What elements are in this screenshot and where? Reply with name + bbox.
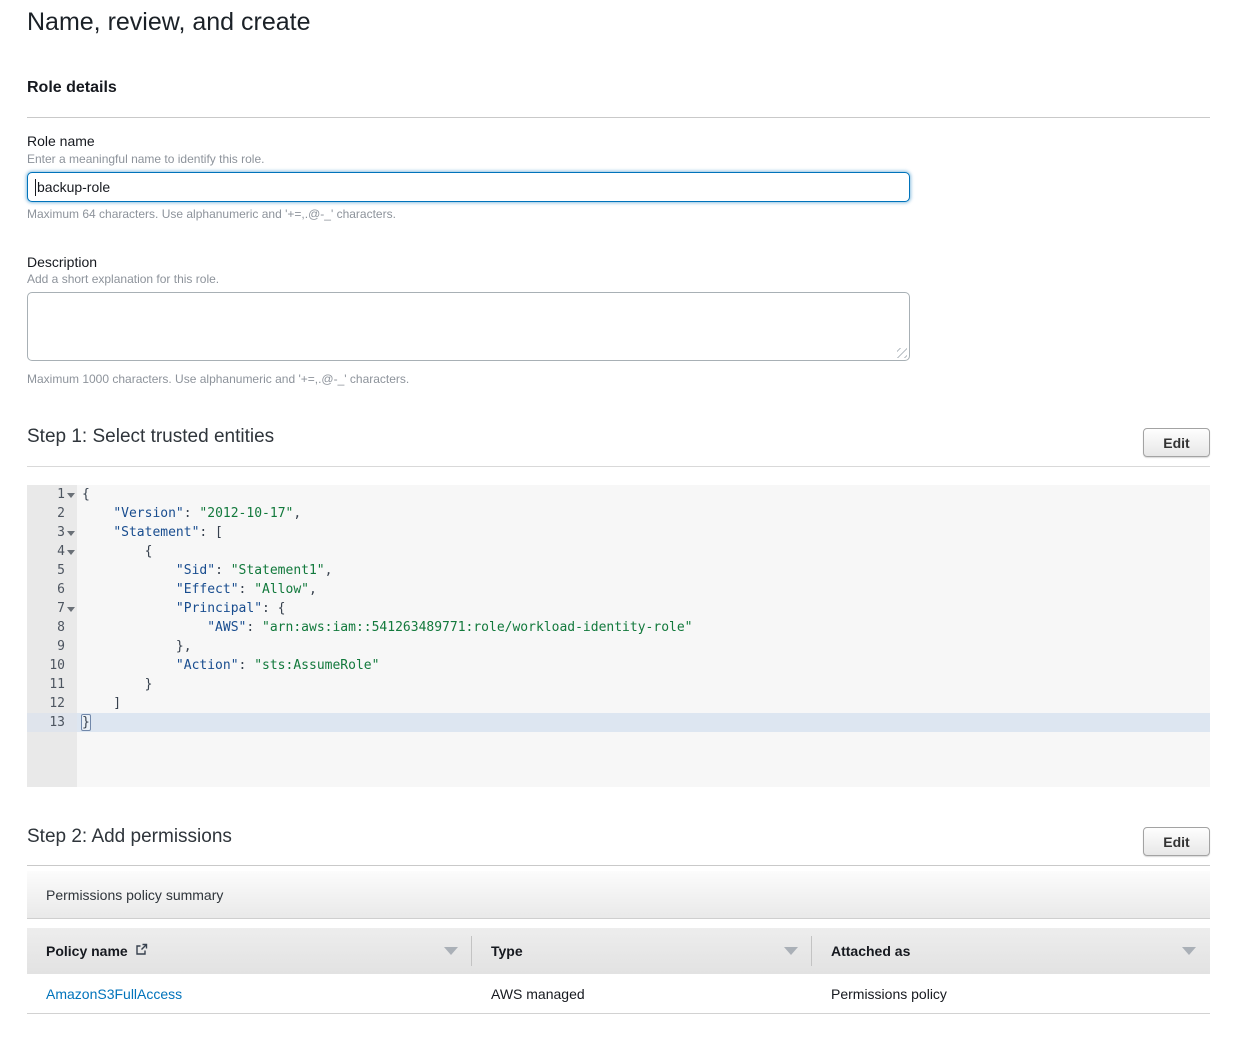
- role-name-hint: Enter a meaningful name to identify this…: [27, 152, 264, 166]
- code-line[interactable]: 13}: [27, 713, 1210, 732]
- step2-heading: Step 2: Add permissions: [27, 826, 232, 848]
- role-details-heading: Role details: [27, 79, 117, 97]
- divider: [27, 117, 1210, 118]
- column-header-attached-as: Attached as: [812, 928, 1210, 974]
- code-text: "Statement": [: [77, 523, 1210, 542]
- filter-dropdown-icon[interactable]: [784, 947, 798, 955]
- external-link-icon: [135, 943, 148, 959]
- role-name-label: Role name: [27, 133, 95, 149]
- code-line[interactable]: 2 "Version": "2012-10-17",: [27, 504, 1210, 523]
- code-line[interactable]: 6 "Effect": "Allow",: [27, 580, 1210, 599]
- line-number: 1: [27, 485, 77, 504]
- code-line[interactable]: 3 "Statement": [: [27, 523, 1210, 542]
- policy-name-link[interactable]: AmazonS3FullAccess: [46, 986, 182, 1002]
- column-header-policy-name: Policy name: [27, 928, 472, 974]
- code-line[interactable]: 10 "Action": "sts:AssumeRole": [27, 656, 1210, 675]
- line-number: 2: [27, 504, 77, 523]
- trust-policy-editor[interactable]: 1{2 "Version": "2012-10-17",3 "Statement…: [27, 485, 1210, 787]
- line-number: 5: [27, 561, 77, 580]
- code-text: ]: [77, 694, 1210, 713]
- filter-dropdown-icon[interactable]: [1182, 947, 1196, 955]
- code-line[interactable]: 1{: [27, 485, 1210, 504]
- code-line[interactable]: 9 },: [27, 637, 1210, 656]
- column-header-type: Type: [472, 928, 812, 974]
- page-title: Name, review, and create: [27, 8, 310, 37]
- code-text: },: [77, 637, 1210, 656]
- code-line[interactable]: 7 "Principal": {: [27, 599, 1210, 618]
- text-cursor: [35, 179, 36, 196]
- permissions-policy-summary-header: Permissions policy summary: [27, 871, 1210, 919]
- code-line[interactable]: 12 ]: [27, 694, 1210, 713]
- code-line[interactable]: 4 {: [27, 542, 1210, 561]
- step1-edit-button[interactable]: Edit: [1143, 428, 1210, 457]
- line-number: 3: [27, 523, 77, 542]
- editor-cursor: }: [81, 714, 91, 731]
- code-text: }: [77, 675, 1210, 694]
- permissions-table-header: Policy name Type Attached as: [27, 928, 1210, 974]
- attached-as-cell: Permissions policy: [812, 986, 1210, 1002]
- table-row: AmazonS3FullAccess AWS managedPermissions…: [27, 974, 1210, 1014]
- code-text: "Effect": "Allow",: [77, 580, 1210, 599]
- fold-arrow-icon[interactable]: [67, 607, 75, 612]
- fold-arrow-icon[interactable]: [67, 531, 75, 536]
- line-number: 7: [27, 599, 77, 618]
- policy-type-cell: AWS managed: [472, 986, 812, 1002]
- line-number: 8: [27, 618, 77, 637]
- code-line[interactable]: 8 "AWS": "arn:aws:iam::541263489771:role…: [27, 618, 1210, 637]
- line-number: 11: [27, 675, 77, 694]
- code-line[interactable]: 5 "Sid": "Statement1",: [27, 561, 1210, 580]
- code-text: "AWS": "arn:aws:iam::541263489771:role/w…: [77, 618, 1210, 637]
- filter-dropdown-icon[interactable]: [444, 947, 458, 955]
- line-number: 6: [27, 580, 77, 599]
- code-line[interactable]: 11 }: [27, 675, 1210, 694]
- code-text: "Version": "2012-10-17",: [77, 504, 1210, 523]
- step1-heading: Step 1: Select trusted entities: [27, 426, 274, 448]
- code-text: {: [77, 485, 1210, 504]
- resize-handle-icon[interactable]: [897, 348, 907, 358]
- role-name-constraint: Maximum 64 characters. Use alphanumeric …: [27, 207, 396, 221]
- code-text: }: [77, 713, 1210, 732]
- role-name-input[interactable]: [27, 172, 910, 202]
- description-label: Description: [27, 254, 97, 270]
- description-constraint: Maximum 1000 characters. Use alphanumeri…: [27, 372, 409, 386]
- line-number: 13: [27, 713, 77, 732]
- panel-title: Permissions policy summary: [46, 887, 223, 903]
- divider: [27, 466, 1210, 467]
- code-text: "Principal": {: [77, 599, 1210, 618]
- line-number: 12: [27, 694, 77, 713]
- divider: [27, 865, 1210, 866]
- line-number: 9: [27, 637, 77, 656]
- fold-arrow-icon[interactable]: [67, 550, 75, 555]
- line-number: 10: [27, 656, 77, 675]
- code-text: "Sid": "Statement1",: [77, 561, 1210, 580]
- code-text: "Action": "sts:AssumeRole": [77, 656, 1210, 675]
- code-text: {: [77, 542, 1210, 561]
- line-number: 4: [27, 542, 77, 561]
- step2-edit-button[interactable]: Edit: [1143, 827, 1210, 856]
- fold-arrow-icon[interactable]: [67, 493, 75, 498]
- description-textarea[interactable]: [27, 292, 910, 361]
- description-hint: Add a short explanation for this role.: [27, 272, 219, 286]
